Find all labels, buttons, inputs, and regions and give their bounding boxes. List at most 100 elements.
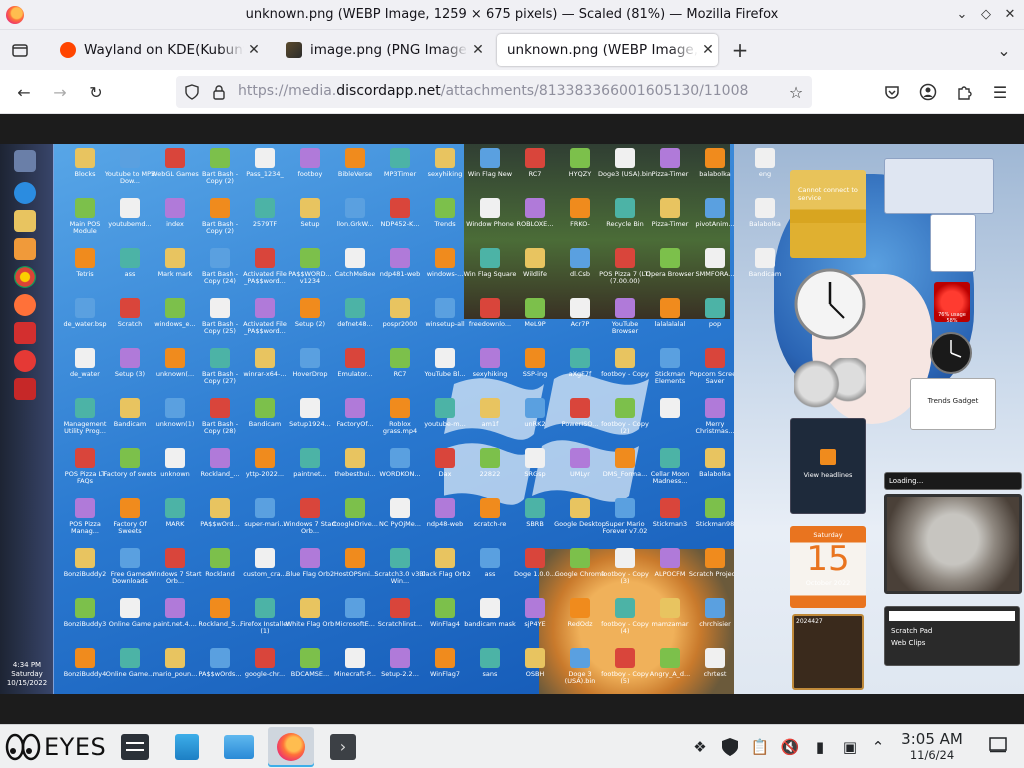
- settings-sliders-icon: [121, 734, 149, 760]
- app-menu-button[interactable]: ☰: [986, 78, 1014, 106]
- desktop-icon-glyph: [525, 398, 545, 418]
- news-headlines-gadget[interactable]: View headlines: [790, 418, 866, 514]
- feed-item[interactable]: Scratch Pad: [885, 625, 1019, 637]
- bookmark-star-icon[interactable]: ☆: [782, 78, 810, 106]
- new-tab-button[interactable]: +: [726, 36, 754, 64]
- desktop-icon-glyph: [705, 348, 725, 368]
- desktop-icon-glyph: [255, 598, 275, 618]
- calendar-gadget[interactable]: Saturday 15 October 2022: [790, 526, 866, 608]
- firefox-view-button[interactable]: [6, 36, 34, 64]
- reload-button[interactable]: ↻: [82, 78, 110, 106]
- desktop-icon-label: Setup (2): [294, 320, 326, 328]
- cpu-meter-gadget[interactable]: 76% usage 58%: [934, 282, 970, 324]
- notes-gadget[interactable]: [930, 214, 976, 272]
- desktop-icon-glyph: [120, 148, 140, 168]
- desktop-icon-glyph: [570, 648, 590, 668]
- battery-icon[interactable]: ▮: [810, 737, 830, 757]
- desktop-icon-glyph: [345, 298, 365, 318]
- desktop-icon-label: aXgF7f: [568, 370, 592, 378]
- feed-search-input[interactable]: [889, 611, 1015, 621]
- feed-item[interactable]: Web Clips: [885, 637, 1019, 649]
- taskbar-app-discover[interactable]: [164, 727, 210, 767]
- desktop-icon-glyph: [660, 198, 680, 218]
- slideshow-gadget[interactable]: [884, 158, 994, 214]
- puzzle-gadget[interactable]: 2024427: [792, 614, 864, 690]
- list-all-tabs-button[interactable]: ⌄: [990, 36, 1018, 64]
- taskbar-app-console[interactable]: ›: [320, 727, 366, 767]
- desktop-icon-label: Bart Bash - Copy (2): [201, 170, 239, 185]
- weather-gadget[interactable]: Cannot connect to service: [790, 170, 866, 258]
- desktop-icon-label: Setup-2.2...: [381, 670, 419, 678]
- desktop-icon-glyph: [255, 398, 275, 418]
- vpn-shield-icon[interactable]: [720, 737, 740, 757]
- desktop-icon[interactable]: Bandicam: [738, 246, 792, 294]
- extensions-button[interactable]: [950, 78, 978, 106]
- analog-clock-gadget[interactable]: [794, 268, 866, 340]
- desktop-icon-label: Stickman Elements: [654, 370, 686, 385]
- color-picker-icon[interactable]: ❖: [690, 737, 710, 757]
- desktop-icon-label: ALPOCFM: [654, 570, 686, 578]
- anime-wallpaper-region: Cannot connect to service 76% usage 58% …: [734, 144, 1024, 694]
- url-bar[interactable]: https://media.discordapp.net/attachments…: [176, 76, 812, 108]
- chevron-up-icon[interactable]: ⌃: [868, 737, 888, 757]
- loading-gadget[interactable]: Loading...: [884, 472, 1022, 490]
- cpu-gauge-gadget[interactable]: [794, 358, 866, 410]
- desktop-icon-label: Pizza-Timer: [651, 170, 689, 178]
- application-launcher[interactable]: EYES: [4, 731, 106, 763]
- desktop-icon[interactable]: eng: [738, 146, 792, 194]
- reddit-icon: [60, 42, 76, 58]
- desktop-icon-label: Factory Of Sweets: [113, 520, 147, 535]
- desktop-icon-label: Doge 3 (USA).bin: [564, 670, 596, 685]
- taskbar-app-firefox[interactable]: [268, 727, 314, 767]
- black-clock-gadget[interactable]: [930, 332, 972, 374]
- desktop-icon-label: WinFlag7: [430, 670, 460, 678]
- desktop-icon-label: dl.Csb: [569, 270, 591, 278]
- desktop-icon-glyph: [75, 148, 95, 168]
- koala-slideshow-gadget[interactable]: [884, 494, 1022, 594]
- tab-reddit[interactable]: Wayland on KDE(Kubuntu) — ✕: [50, 34, 264, 66]
- tab-unknown-png[interactable]: unknown.png (WEBP Image, ✕: [497, 34, 718, 66]
- close-tab-icon[interactable]: ✕: [244, 42, 264, 58]
- url-text[interactable]: https://media.discordapp.net/attachments…: [238, 83, 748, 99]
- forward-button[interactable]: →: [46, 78, 74, 106]
- calendar-month: October 2022: [805, 579, 851, 587]
- tracking-protection-shield-icon[interactable]: [184, 84, 200, 100]
- desktop-icon-label: ROBLOXE...: [516, 220, 554, 228]
- desktop-icon-glyph: [255, 148, 275, 168]
- launcher-brand-text: EYES: [44, 733, 107, 761]
- image-thumbnail-icon: [286, 42, 302, 58]
- window-title: unknown.png (WEBP Image, 1259 × 675 pixe…: [245, 7, 779, 22]
- trends-gadget[interactable]: Trends Gadget: [910, 378, 996, 430]
- audio-muted-icon[interactable]: 🔇: [780, 737, 800, 757]
- webp-image[interactable]: 4:34 PM Saturday 10/15/2022 Blocks Youtub…: [0, 144, 1024, 694]
- close-tab-icon[interactable]: ✕: [468, 42, 488, 58]
- taskbar-app-files[interactable]: [216, 727, 262, 767]
- lock-icon[interactable]: [212, 84, 226, 100]
- clipboard-icon[interactable]: 📋: [750, 737, 770, 757]
- desktop-icon[interactable]: Balabolka: [738, 196, 792, 244]
- digital-clock[interactable]: 3:05 AM 11/6/24: [893, 731, 971, 763]
- back-button[interactable]: ←: [10, 78, 38, 106]
- close-tab-icon[interactable]: ✕: [698, 42, 718, 58]
- taskbar-app-settings[interactable]: [112, 727, 158, 767]
- close-window-button[interactable]: ✕: [1000, 5, 1020, 25]
- desktop-icon-label: Bart Bash - Copy (2): [201, 220, 239, 235]
- desktop-icon-label: Recycle Bin: [606, 220, 644, 228]
- tab-image-png[interactable]: image.png (PNG Image, 8 ✕: [276, 34, 488, 66]
- pocket-button[interactable]: [878, 78, 906, 106]
- desktop-icon-label: ass: [484, 570, 496, 578]
- desktop-icon-label: Balabolka: [749, 220, 781, 228]
- headlines-label: View headlines: [803, 471, 853, 479]
- minimize-button[interactable]: ⌄: [952, 5, 972, 25]
- feed-gadget[interactable]: Scratch Pad Web Clips: [884, 606, 1020, 666]
- desktop-icon-glyph: [120, 648, 140, 668]
- desktop-icon-label: Management Utility Prog...: [63, 420, 107, 435]
- desktop-icon-glyph: [300, 448, 320, 468]
- account-button[interactable]: [914, 78, 942, 106]
- desktop-icon-glyph: [570, 448, 590, 468]
- desktop-icon-label: freedownlo...: [468, 320, 512, 328]
- maximize-button[interactable]: ◇: [976, 5, 996, 25]
- display-icon[interactable]: ▣: [840, 737, 860, 757]
- show-desktop-icon[interactable]: [988, 737, 1008, 757]
- plasma-taskbar: EYES › ❖ 📋 🔇 ▮ ▣ ⌃ 3:05 AM 11/6/24: [0, 724, 1024, 768]
